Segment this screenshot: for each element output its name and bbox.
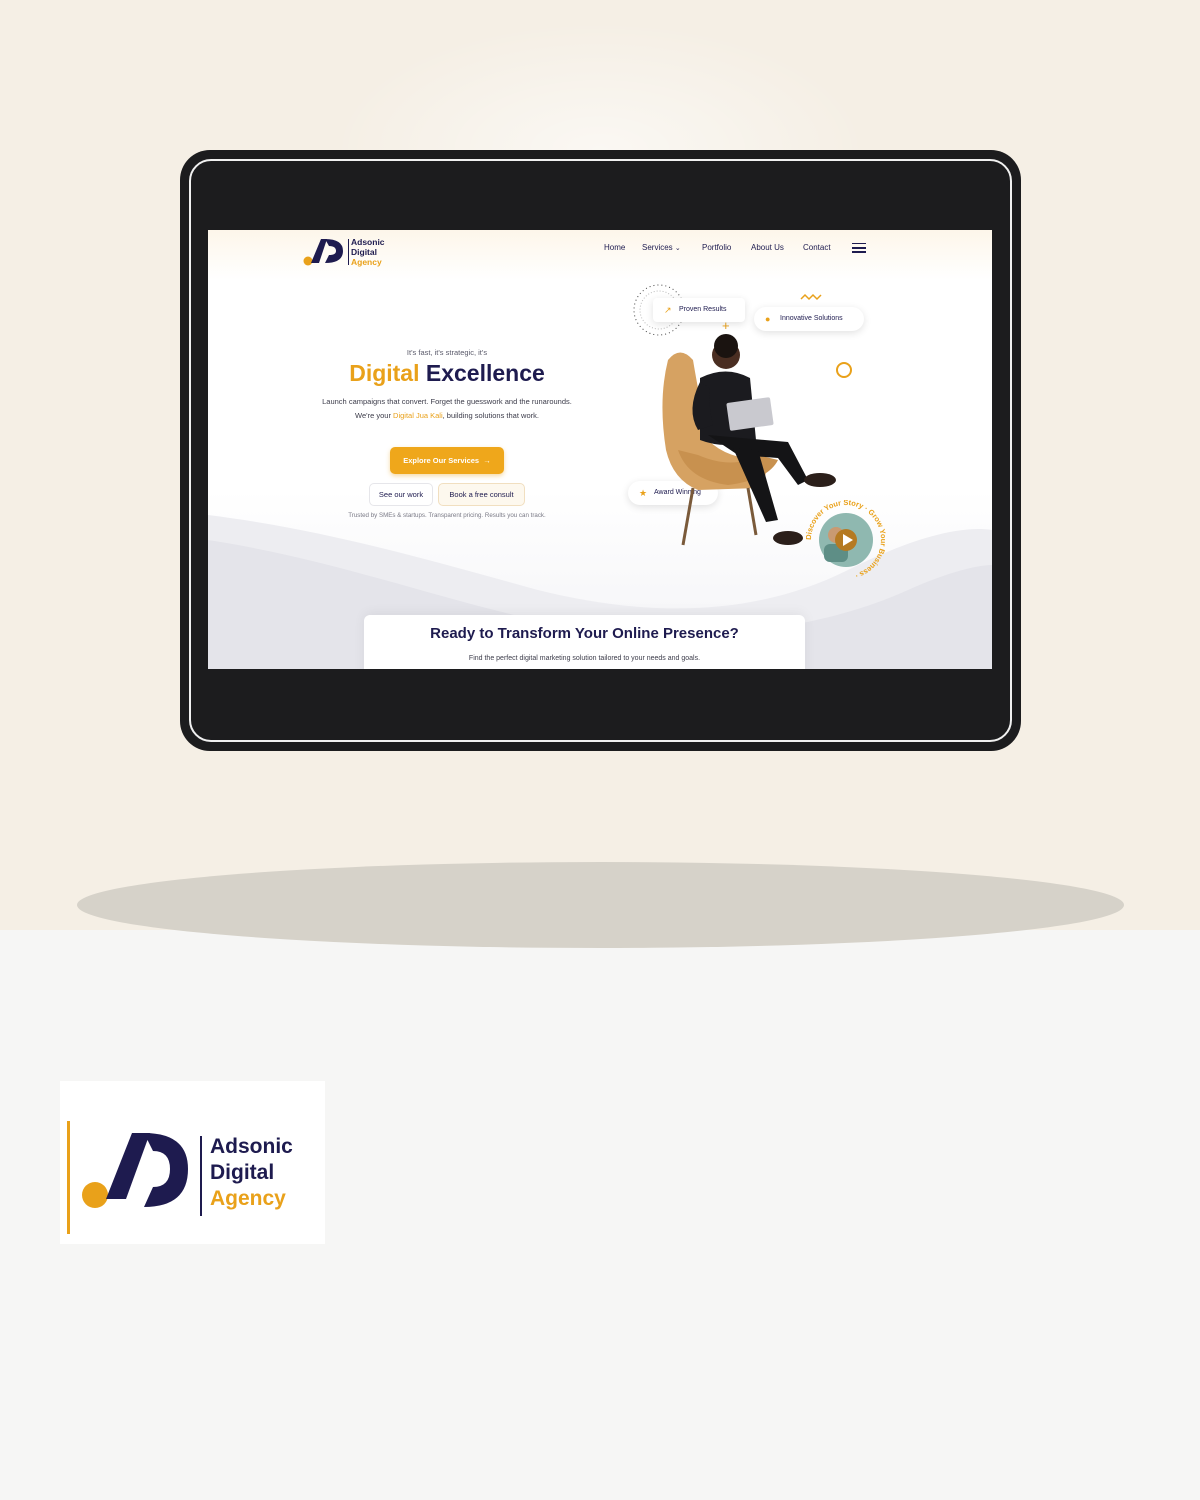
nav-about[interactable]: About Us [751, 243, 784, 252]
desc-accent: Digital Jua Kali [393, 411, 443, 420]
innovative-solutions-badge: ● Innovative Solutions [754, 307, 864, 331]
logo-text-line1: Adsonic [351, 237, 385, 247]
brand-logo-divider [200, 1136, 202, 1216]
hero-description: Launch campaigns that convert. Forget th… [318, 395, 576, 423]
cta-card-subtitle: Find the perfect digital marketing solut… [468, 655, 701, 662]
brand-logo-line2: Digital [210, 1161, 275, 1184]
zigzag-decoration [800, 293, 822, 301]
hero-wave-background [208, 515, 992, 669]
transform-cta-card: Ready to Transform Your Online Presence?… [364, 615, 805, 669]
brand-logo-mark-icon [67, 1121, 188, 1234]
chart-icon: ↗ [664, 305, 672, 315]
nav-contact[interactable]: Contact [803, 243, 831, 252]
website-screen: Adsonic Digital Agency Home Services ⌄ P… [208, 230, 992, 669]
menu-icon[interactable] [852, 243, 866, 253]
video-play-bubble[interactable]: Discover Your Story · Grow Your Business… [806, 500, 886, 580]
nav-services[interactable]: Services ⌄ [642, 243, 681, 252]
trust-line: Trusted by SMEs & startups. Transparent … [348, 512, 546, 519]
lightbulb-icon: ● [765, 314, 771, 324]
logo-text-line2: Digital [351, 247, 377, 257]
explore-services-label: Explore Our Services [403, 456, 480, 465]
hero-eyebrow: It's fast, it's strategic, it's [406, 348, 488, 357]
nav-home[interactable]: Home [604, 243, 625, 252]
see-our-work-button[interactable]: See our work [369, 483, 433, 506]
brand-logo-line3: Agency [210, 1187, 286, 1210]
nav-portfolio[interactable]: Portfolio [702, 243, 731, 252]
proven-results-badge: ↗ Proven Results [653, 298, 745, 322]
logo-text-line3: Agency [351, 257, 382, 267]
chevron-down-icon: ⌄ [674, 245, 681, 252]
book-consult-button[interactable]: Book a free consult [438, 483, 525, 506]
logo-mark-icon [303, 239, 343, 266]
nav-services-label: Services [642, 243, 673, 252]
brand-logo-card: Adsonic Digital Agency [60, 1081, 325, 1244]
headline-rest: Excellence [425, 360, 545, 386]
hero-headline: Digital Excellence [208, 360, 686, 387]
logo-divider [348, 239, 349, 265]
arrow-right-icon: → [481, 456, 491, 465]
headline-accent: Digital [349, 360, 420, 386]
desc-text-end: , building solutions that work. [442, 411, 539, 420]
site-logo[interactable]: Adsonic Digital Agency [303, 233, 393, 267]
brand-logo-line1: Adsonic [210, 1135, 293, 1158]
explore-services-button[interactable]: Explore Our Services → [390, 447, 504, 474]
tablet-shadow [77, 862, 1124, 948]
cta-card-title: Ready to Transform Your Online Presence? [430, 625, 739, 642]
innovative-solutions-label: Innovative Solutions [780, 315, 843, 322]
proven-results-label: Proven Results [679, 306, 727, 313]
